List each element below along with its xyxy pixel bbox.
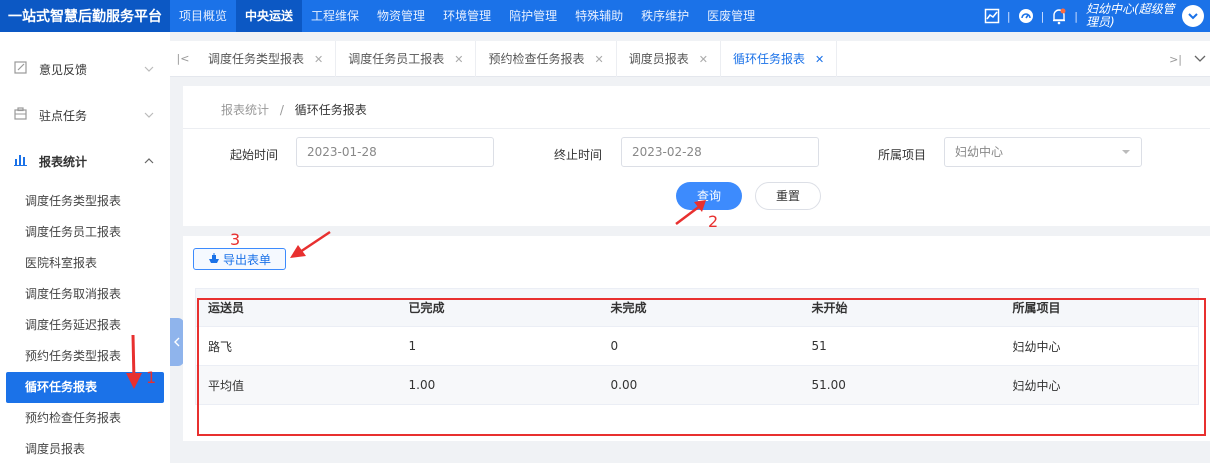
tab-label: 预约检查任务报表 — [488, 51, 585, 66]
nav-item-project-overview[interactable]: 项目概览 — [170, 0, 236, 32]
top-right-tools: | | | 妇幼中心(超级管理员) — [979, 0, 1210, 32]
annotation-arrow — [290, 230, 331, 258]
export-button-label: 导出表单 — [222, 252, 271, 267]
bell-icon[interactable] — [1050, 7, 1068, 25]
separator: | — [1040, 9, 1045, 23]
nav-item-order[interactable]: 秩序维护 — [632, 0, 698, 32]
sidebar-item-dispatch-type-report[interactable]: 调度任务类型报表 — [0, 186, 170, 217]
tab-label: 调度任务员工报表 — [348, 51, 445, 66]
dashboard-icon[interactable] — [1017, 7, 1035, 25]
tab-bar: |< 调度任务类型报表 ✕ 调度任务员工报表 ✕ 预约检查任务报表 ✕ 调度员报表 ✕ … — [170, 40, 1210, 77]
sidebar-item-cancel-report[interactable]: 调度任务取消报表 — [0, 279, 170, 310]
close-icon[interactable]: ✕ — [594, 53, 603, 66]
nav-item-environment[interactable]: 环境管理 — [434, 0, 500, 32]
tab-label: 调度员报表 — [628, 51, 689, 66]
annotation-highlight-box — [197, 298, 1206, 436]
tab-scroll-right-icon[interactable]: >| — [1169, 53, 1182, 66]
breadcrumb-current: 循环任务报表 — [294, 103, 367, 117]
sidebar-item-dispatcher-report[interactable]: 调度员报表 — [0, 434, 170, 463]
start-time-input[interactable]: 2023-01-28 — [296, 137, 494, 167]
tab-loop-task-report[interactable]: 循环任务报表 ✕ — [721, 40, 838, 77]
sidebar-group-label: 意见反馈 — [39, 62, 88, 77]
tab-exam-task-report[interactable]: 预约检查任务报表 ✕ — [476, 40, 617, 77]
breadcrumb-parent[interactable]: 报表统计 — [221, 103, 269, 117]
close-icon[interactable]: ✕ — [815, 53, 824, 66]
nav-item-escort[interactable]: 陪护管理 — [500, 0, 566, 32]
tab-dispatch-staff-report[interactable]: 调度任务员工报表 ✕ — [336, 40, 477, 77]
project-select-value: 妇幼中心 — [955, 145, 1004, 159]
nav-item-central-transport[interactable]: 中央运送 — [236, 0, 303, 32]
top-bar: 一站式智慧后勤服务平台 项目概览 中央运送 工程维保 物资管理 环境管理 陪护管… — [0, 0, 1210, 32]
breadcrumb: 报表统计 / 循环任务报表 — [221, 101, 367, 118]
sidebar-group-reports[interactable]: 报表统计 — [0, 138, 170, 184]
project-select[interactable]: 妇幼中心 — [944, 137, 1142, 167]
breadcrumb-separator: / — [279, 103, 284, 117]
nav-item-materials[interactable]: 物资管理 — [368, 0, 434, 32]
tabs-right-controls: >| — [1169, 41, 1206, 77]
sidebar-group-label: 驻点任务 — [39, 108, 88, 123]
tab-scroll-left-icon[interactable]: |< — [170, 52, 196, 65]
close-icon[interactable]: ✕ — [314, 53, 323, 66]
annotation-number: 3 — [230, 230, 241, 249]
nav-item-medical-waste[interactable]: 医废管理 — [698, 0, 764, 32]
chevron-up-icon — [144, 155, 154, 169]
nav-item-special-assist[interactable]: 特殊辅助 — [566, 0, 632, 32]
edit-icon — [14, 61, 27, 77]
close-icon[interactable]: ✕ — [454, 53, 463, 66]
end-time-input[interactable]: 2023-02-28 — [621, 137, 819, 167]
chevron-down-icon — [144, 63, 154, 77]
bar-chart-icon — [14, 153, 27, 169]
reset-button[interactable]: 重置 — [755, 182, 821, 210]
tab-dispatcher-report[interactable]: 调度员报表 ✕ — [617, 40, 721, 77]
chevron-down-icon[interactable] — [1194, 52, 1206, 67]
top-nav: 项目概览 中央运送 工程维保 物资管理 环境管理 陪护管理 特殊辅助 秩序维护 … — [170, 0, 764, 32]
sidebar-group-feedback[interactable]: 意见反馈 — [0, 46, 170, 92]
nav-item-engineering[interactable]: 工程维保 — [302, 0, 368, 32]
annotation-arrow — [126, 334, 142, 389]
tab-label: 调度任务类型报表 — [208, 51, 305, 66]
sidebar-collapse-handle[interactable] — [170, 318, 184, 366]
start-time-label: 起始时间 — [230, 148, 279, 162]
briefcase-icon — [14, 107, 27, 123]
sidebar: 意见反馈 驻点任务 报表统计 调度任务类型报表 调度任务员工报表 医院科室报表 … — [0, 32, 170, 463]
sidebar-item-department-report[interactable]: 医院科室报表 — [0, 248, 170, 279]
caret-down-icon — [1121, 138, 1131, 176]
chevron-down-icon — [144, 109, 154, 123]
export-button[interactable]: 导出表单 — [193, 248, 286, 270]
separator: | — [1074, 9, 1078, 23]
annotation-arrow — [675, 200, 706, 225]
project-label: 所属项目 — [878, 148, 927, 162]
divider — [183, 128, 1210, 129]
end-time-label: 终止时间 — [554, 148, 603, 162]
tab-dispatch-type-report[interactable]: 调度任务类型报表 ✕ — [196, 40, 337, 77]
user-name[interactable]: 妇幼中心(超级管理员) — [1086, 3, 1180, 29]
chevron-down-icon[interactable] — [1182, 5, 1204, 27]
sidebar-item-dispatch-staff-report[interactable]: 调度任务员工报表 — [0, 217, 170, 248]
separator: | — [1006, 9, 1011, 23]
close-icon[interactable]: ✕ — [699, 53, 708, 66]
sidebar-item-exam-task-report[interactable]: 预约检查任务报表 — [0, 403, 170, 434]
chart-icon[interactable] — [983, 7, 1001, 25]
app-title: 一站式智慧后勤服务平台 — [0, 0, 170, 32]
ship-icon — [208, 252, 220, 267]
tab-label: 循环任务报表 — [732, 51, 805, 66]
sidebar-group-label: 报表统计 — [39, 154, 88, 169]
sidebar-group-station-task[interactable]: 驻点任务 — [0, 92, 170, 138]
